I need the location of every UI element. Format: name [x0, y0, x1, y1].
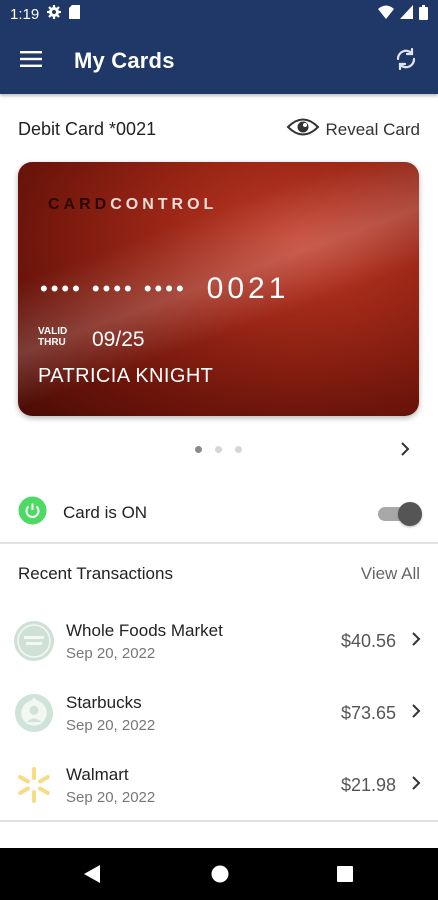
next-card-chevron-icon[interactable]	[398, 440, 412, 463]
page-title: My Cards	[74, 48, 175, 73]
valid-thru-label: VALID THRU	[38, 326, 67, 348]
transaction-date: Sep 20, 2022	[66, 716, 156, 734]
battery-icon	[419, 4, 428, 24]
signal-icon	[400, 5, 413, 23]
card-pager	[0, 442, 438, 458]
transactions-title: Recent Transactions	[18, 564, 173, 583]
reveal-card-label: Reveal Card	[325, 119, 421, 139]
card-on-toggle[interactable]	[378, 500, 422, 526]
card-brand-logo: CARDCONTROL	[48, 196, 217, 214]
status-time: 1:19	[10, 5, 40, 23]
pager-dot[interactable]	[215, 446, 222, 453]
app-bar: My Cards	[0, 28, 438, 94]
recents-icon[interactable]	[336, 865, 354, 888]
reveal-card-button[interactable]: Reveal Card	[286, 116, 421, 143]
card-name: Debit Card *0021	[18, 119, 157, 139]
wifi-icon	[378, 5, 394, 23]
eye-icon	[286, 116, 320, 143]
merchant-name: Starbucks	[66, 692, 142, 712]
chevron-right-icon	[410, 703, 422, 724]
valid-label-line2: THRU	[38, 337, 66, 348]
transaction-row[interactable]: Starbucks Sep 20, 2022 $73.65	[0, 682, 438, 744]
pager-dot-active[interactable]	[195, 446, 202, 453]
refresh-icon[interactable]	[394, 47, 418, 76]
power-icon	[18, 496, 47, 530]
valid-label-line1: VALID	[38, 326, 68, 337]
back-icon[interactable]	[82, 863, 102, 890]
transactions-header: Recent Transactions View All	[18, 564, 420, 584]
status-bar: 1:19	[0, 0, 438, 28]
card-status-label: Card is ON	[63, 503, 148, 522]
transaction-amount: $73.65	[340, 702, 396, 723]
card-status-row: Card is ON	[18, 496, 422, 530]
gear-icon	[47, 5, 62, 23]
merchant-name: Walmart	[66, 764, 129, 784]
chevron-right-icon	[410, 775, 422, 796]
chevron-right-icon	[410, 631, 422, 652]
card-holder-name: PATRICIA KNIGHT	[38, 365, 214, 387]
walmart-logo	[14, 765, 54, 805]
toggle-knob	[398, 502, 422, 526]
system-nav-bar	[0, 848, 438, 900]
debit-card[interactable]: CARDCONTROL •••• •••• •••• 0021 VALID TH…	[18, 162, 419, 416]
menu-icon[interactable]	[20, 50, 42, 72]
whole-foods-logo	[14, 621, 54, 661]
card-number: •••• •••• •••• 0021	[40, 272, 289, 306]
transaction-date: Sep 20, 2022	[66, 644, 156, 662]
list-bottom-divider	[0, 820, 438, 822]
transaction-amount: $21.98	[340, 774, 396, 795]
starbucks-logo	[14, 693, 54, 733]
pager-dot[interactable]	[235, 446, 242, 453]
card-brand-part1: CARD	[48, 196, 111, 213]
view-all-link[interactable]: View All	[361, 564, 420, 584]
merchant-name: Whole Foods Market	[66, 620, 223, 640]
transaction-row[interactable]: Whole Foods Market Sep 20, 2022 $40.56	[0, 610, 438, 672]
transaction-date: Sep 20, 2022	[66, 788, 156, 806]
transaction-amount: $40.56	[340, 630, 396, 651]
section-divider	[0, 542, 438, 544]
home-icon[interactable]	[210, 864, 230, 889]
card-number-last4: 0021	[206, 272, 290, 305]
card-number-masked: •••• •••• ••••	[40, 276, 187, 301]
card-brand-part2: CONTROL	[110, 196, 218, 213]
sd-card-icon	[69, 5, 81, 23]
transaction-row[interactable]: Walmart Sep 20, 2022 $21.98	[0, 754, 438, 816]
card-header: Debit Card *0021 Reveal Card	[18, 116, 420, 143]
card-expiry: 09/25	[92, 328, 145, 351]
